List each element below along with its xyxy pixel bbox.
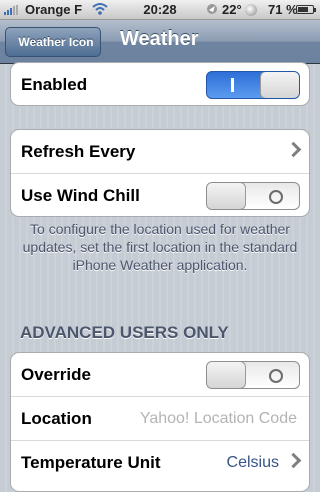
page-title: Weather [120,28,199,50]
switch-off-glyph [269,190,283,204]
switch-knob [260,72,299,98]
override-label: Override [21,365,91,384]
battery-icon [296,5,314,14]
enabled-row: Enabled [11,63,309,105]
wind-chill-switch[interactable] [206,182,300,210]
status-bar: Orange F 20:28 22° 71 % [0,0,320,20]
temperature-unit-row[interactable]: Temperature Unit Celsius [11,441,309,485]
wind-chill-row: Use Wind Chill [11,174,309,216]
advanced-group: Override Location Yahoo! Location Code T… [10,352,310,492]
override-row: Override [11,353,309,397]
wind-chill-label: Use Wind Chill [21,186,140,205]
location-input[interactable]: Yahoo! Location Code [140,410,297,428]
switch-knob [207,183,246,209]
refresh-group: Refresh Every Use Wind Chill [10,129,310,217]
location-services-icon [206,2,218,19]
back-button-label: Weather Icon [18,35,94,49]
location-label: Location [21,409,92,428]
refresh-every-label: Refresh Every [21,142,136,161]
enabled-switch[interactable] [206,71,300,99]
chevron-right-icon [285,141,302,158]
enabled-label: Enabled [21,75,88,94]
refresh-every-row[interactable]: Refresh Every [11,130,309,174]
weather-icon [245,4,257,16]
battery-percentage: 71 % [268,2,298,17]
temperature-unit-value: Celsius [226,454,279,471]
switch-off-glyph [269,369,283,383]
battery-tip [314,8,316,12]
back-button[interactable]: Weather Icon [5,27,101,57]
location-row[interactable]: Location Yahoo! Location Code [11,397,309,441]
location-help-text: To configure the location used for weath… [22,221,298,273]
switch-on-glyph [231,78,234,92]
temperature-unit-label: Temperature Unit [21,453,161,472]
switch-knob [207,362,246,388]
temperature-label: 22° [222,2,242,17]
override-switch[interactable] [206,361,300,389]
navigation-bar: Weather Icon Weather [0,20,320,64]
enabled-group: Enabled [10,62,310,106]
section-header-advanced: ADVANCED USERS ONLY [20,323,229,342]
chevron-right-icon [285,452,302,469]
